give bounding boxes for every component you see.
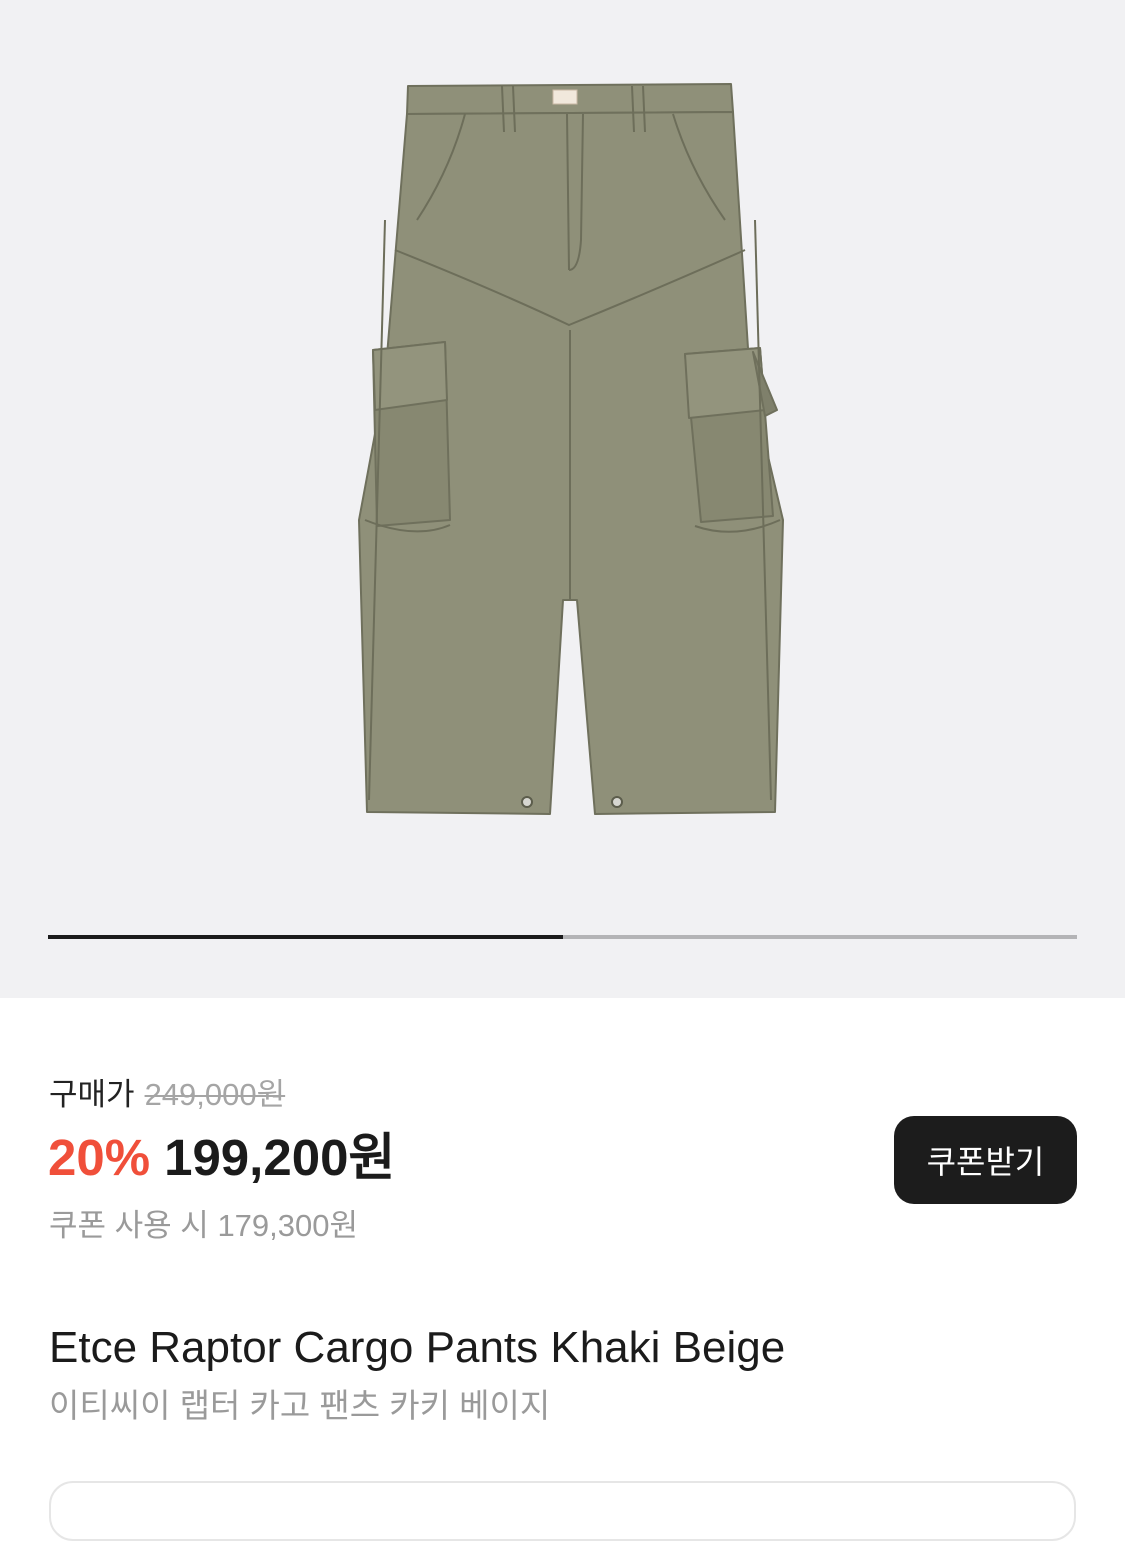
- original-price: 249,000원: [144, 1077, 286, 1112]
- price-label: 구매가: [49, 1077, 135, 1112]
- gallery-progress-bar: [48, 935, 1077, 939]
- discount-rate: 20%: [48, 1129, 151, 1186]
- product-info-section: 구매가 249,000원 20% 199,200원 쿠폰 사용 시 179,300원…: [0, 998, 1125, 1541]
- get-coupon-button[interactable]: 쿠폰받기: [894, 1116, 1077, 1204]
- product-name-ko: 이티씨이 랩터 카고 팬츠 카키 베이지: [49, 1387, 551, 1424]
- coupon-price-text: 쿠폰 사용 시 179,300원: [49, 1208, 359, 1243]
- product-image: [358, 83, 784, 815]
- sale-price: 199,200원: [164, 1129, 396, 1186]
- product-name-en: Etce Raptor Cargo Pants Khaki Beige: [49, 1323, 786, 1372]
- next-section-card[interactable]: [49, 1481, 1076, 1541]
- product-image-gallery[interactable]: [0, 0, 1125, 998]
- sale-price-row: 20% 199,200원: [48, 1126, 395, 1190]
- price-label-row: 구매가 249,000원: [49, 1075, 285, 1115]
- gallery-progress-fill: [48, 935, 563, 939]
